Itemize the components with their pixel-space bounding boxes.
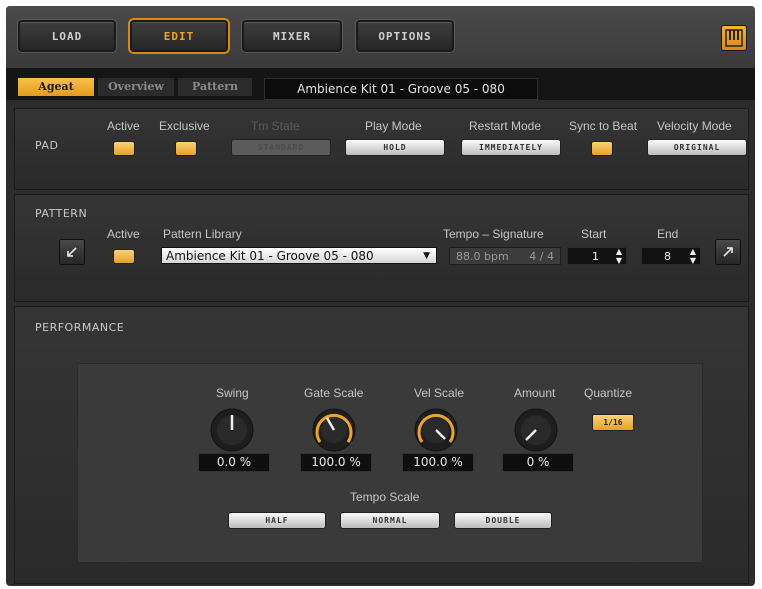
swing-knob[interactable]: [208, 406, 256, 454]
amount-label: Amount: [514, 386, 556, 400]
end-spinner[interactable]: 8 ▲ ▼: [641, 247, 701, 265]
pattern-export-button[interactable]: [715, 239, 741, 265]
options-button[interactable]: OPTIONS: [356, 20, 454, 52]
velocity-mode-button[interactable]: ORIGINAL: [647, 139, 747, 156]
tab-overview[interactable]: Overview: [98, 78, 174, 96]
main-toolbar: LOAD EDIT MIXER OPTIONS: [6, 6, 755, 68]
vel-scale-value: 100.0 %: [402, 453, 474, 472]
pattern-active-toggle[interactable]: [113, 249, 135, 264]
pad-active-label: Active: [107, 119, 140, 133]
velocity-mode-label: Velocity Mode: [657, 119, 732, 133]
quantize-button[interactable]: 1/16: [592, 414, 634, 431]
pattern-section-title: PATTERN: [35, 207, 88, 220]
tempo-signature-label: Tempo – Signature: [443, 227, 544, 241]
tempo-double-button[interactable]: DOUBLE: [454, 512, 552, 529]
performance-section-title: PERFORMANCE: [35, 321, 125, 334]
load-button[interactable]: LOAD: [18, 20, 116, 52]
spinner-arrows-icon: ▲ ▼: [615, 247, 622, 265]
gate-scale-value: 100.0 %: [300, 453, 372, 472]
dropdown-arrow-icon: ▼: [423, 251, 430, 261]
restart-mode-button[interactable]: IMMEDIATELY: [461, 139, 561, 156]
play-mode-button[interactable]: HOLD: [345, 139, 445, 156]
vel-scale-label: Vel Scale: [414, 386, 465, 400]
preset-title: Ambience Kit 01 - Groove 05 - 080: [264, 78, 538, 100]
vel-scale-knob[interactable]: [412, 406, 460, 454]
start-spinner[interactable]: 1 ▲ ▼: [567, 247, 627, 265]
swing-label: Swing: [216, 386, 249, 400]
exclusive-label: Exclusive: [159, 119, 210, 133]
gate-scale-knob[interactable]: [310, 406, 358, 454]
pad-section-title: PAD: [35, 139, 59, 152]
amount-value: 0 %: [502, 453, 574, 472]
pattern-library-label: Pattern Library: [163, 227, 242, 241]
pattern-library-select[interactable]: Ambience Kit 01 - Groove 05 - 080 ▼: [161, 247, 437, 264]
swing-value: 0.0 %: [198, 453, 270, 472]
arrow-up-right-icon: [723, 247, 733, 257]
performance-section: PERFORMANCE Swing 0.0 % Gate Scale 100.0…: [14, 306, 749, 584]
signature-value: 4 / 4: [529, 250, 554, 263]
tempo-normal-button[interactable]: NORMAL: [340, 512, 440, 529]
restart-mode-label: Restart Mode: [469, 119, 542, 133]
sync-to-beat-toggle[interactable]: [591, 141, 613, 156]
trim-state-label: Tm State: [251, 119, 300, 133]
end-label: End: [657, 227, 679, 241]
play-mode-label: Play Mode: [365, 119, 422, 133]
app-window: LOAD EDIT MIXER OPTIONS Ageat Overview P…: [6, 6, 755, 586]
pattern-library-value: Ambience Kit 01 - Groove 05 - 080: [166, 249, 374, 263]
gate-scale-label: Gate Scale: [304, 386, 364, 400]
sync-to-beat-label: Sync to Beat: [569, 119, 638, 133]
keyboard-button[interactable]: [721, 25, 747, 51]
pattern-import-button[interactable]: [59, 239, 85, 265]
start-label: Start: [581, 227, 607, 241]
amount-knob[interactable]: [512, 406, 560, 454]
pattern-section: PATTERN Active Pattern Library Ambience …: [14, 194, 749, 302]
performance-panel: Swing 0.0 % Gate Scale 100.0 % Vel Scale: [77, 363, 703, 563]
tempo-signature-readout: 88.0 bpm 4 / 4: [449, 247, 561, 265]
tempo-scale-label: Tempo Scale: [350, 490, 420, 504]
exclusive-toggle[interactable]: [175, 141, 197, 156]
edit-tab-bar: Ageat Overview Pattern Ambience Kit 01 -…: [6, 68, 755, 100]
tab-pattern[interactable]: Pattern: [178, 78, 252, 96]
trim-state-button[interactable]: STANDARD: [231, 139, 331, 156]
spinner-arrows-icon: ▲ ▼: [689, 247, 696, 265]
edit-button[interactable]: EDIT: [130, 20, 228, 52]
start-value: 1: [592, 250, 599, 263]
piano-keys-icon: [725, 29, 743, 47]
tempo-half-button[interactable]: HALF: [228, 512, 326, 529]
pad-section: PAD Active Exclusive Tm State STANDARD P…: [14, 108, 749, 190]
mixer-button[interactable]: MIXER: [242, 20, 342, 52]
tab-ageat[interactable]: Ageat: [18, 78, 94, 96]
tempo-value: 88.0 bpm: [456, 250, 509, 263]
quantize-label: Quantize: [584, 386, 633, 400]
pad-active-toggle[interactable]: [113, 141, 135, 156]
end-value: 8: [664, 250, 671, 263]
pattern-active-label: Active: [107, 227, 140, 241]
arrow-down-left-icon: [67, 247, 77, 257]
